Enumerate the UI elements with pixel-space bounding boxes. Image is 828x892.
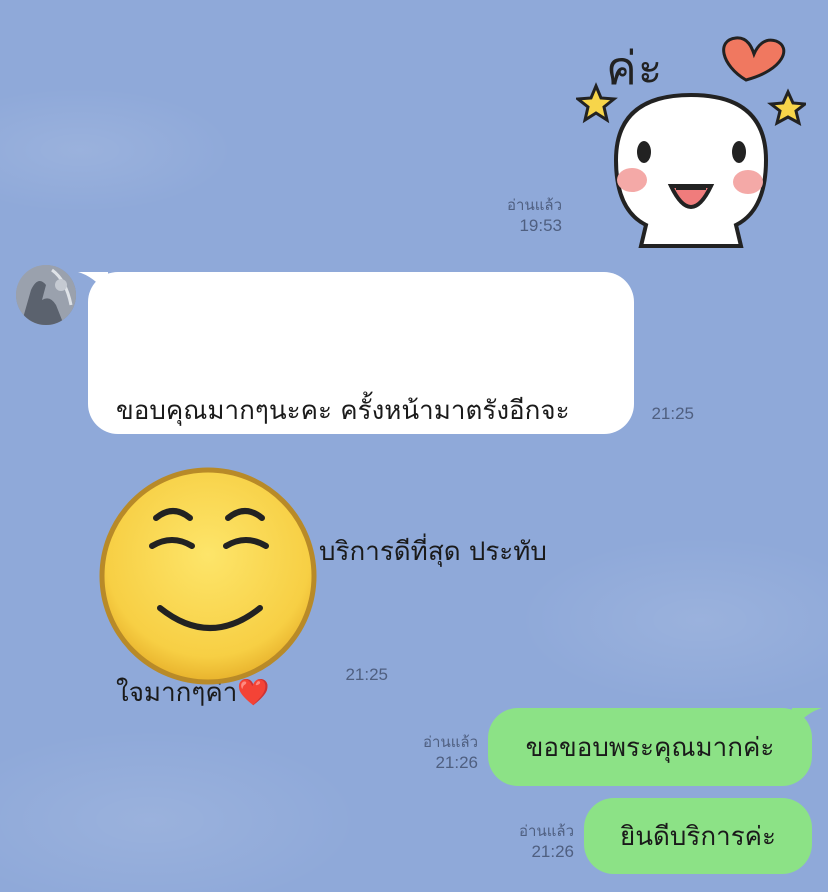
- incoming-message-bubble[interactable]: ขอบคุณมากๆนะคะ ครั้งหน้ามาตรังอีกจะ โทรห…: [88, 272, 634, 708]
- message-line: ขอบคุณมากๆนะคะ ครั้งหน้ามาตรังอีกจะ: [116, 396, 570, 426]
- emoji-message-meta: 21:25: [324, 665, 388, 685]
- message-time: 21:25: [651, 404, 694, 423]
- incoming-message-meta: 21:25: [630, 404, 694, 424]
- sticker-meta: อ่านแล้ว 19:53: [480, 196, 562, 236]
- message-text: ขอขอบพระคุณมากค่ะ: [525, 732, 775, 763]
- read-receipt: อ่านแล้ว: [507, 197, 562, 214]
- message-time: 21:26: [435, 753, 478, 772]
- message-time: 21:26: [531, 842, 574, 861]
- message-time: 21:25: [345, 665, 388, 684]
- outgoing-message-bubble[interactable]: ขอขอบพระคุณมากค่ะ: [488, 708, 812, 786]
- read-receipt: อ่านแล้ว: [423, 734, 478, 751]
- sticker-message[interactable]: ค่ะ: [574, 10, 809, 250]
- avatar-photo-icon: [16, 265, 76, 325]
- contact-avatar[interactable]: [16, 265, 76, 325]
- message-time: 19:53: [519, 216, 562, 235]
- smiling-face-emoji-message[interactable]: [98, 466, 318, 686]
- smiling-face-emoji-icon: [99, 467, 317, 685]
- outgoing-message-bubble[interactable]: ยินดีบริการค่ะ: [584, 798, 812, 874]
- message-text: ยินดีบริการค่ะ: [619, 821, 777, 852]
- outgoing-message-meta: อ่านแล้ว 21:26: [398, 733, 478, 773]
- outgoing-bubble-tail: [792, 708, 822, 730]
- sticker-text: ค่ะ: [606, 41, 664, 95]
- read-receipt: อ่านแล้ว: [519, 823, 574, 840]
- outgoing-message-meta: อ่านแล้ว 21:26: [494, 822, 574, 862]
